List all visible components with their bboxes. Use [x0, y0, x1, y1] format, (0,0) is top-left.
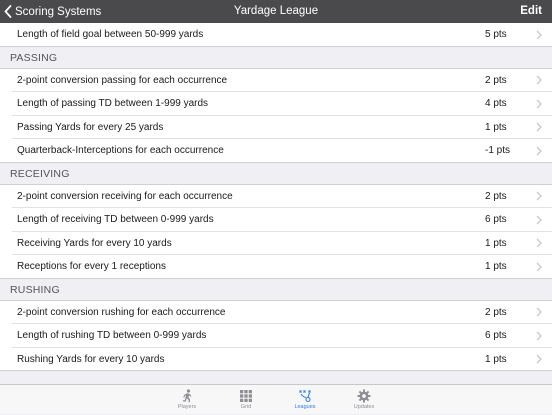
scoring-points: 5 pts	[485, 23, 507, 47]
scoring-rule-label: 2-point conversion passing for each occu…	[17, 69, 227, 93]
chevron-right-icon	[536, 185, 542, 209]
tab-updates[interactable]: Updates	[344, 385, 384, 415]
scoring-points: 2 pts	[485, 69, 507, 93]
section-header-passing: PASSING	[0, 47, 552, 69]
scoring-row[interactable]: Receiving Yards for every 10 yards 1 pts	[0, 232, 552, 256]
scoring-rule-label: Length of field goal between 50-999 yard…	[17, 23, 203, 47]
scoring-rule-label: Receptions for every 1 receptions	[17, 255, 166, 279]
chevron-right-icon	[536, 324, 542, 348]
tab-grid[interactable]: Grid	[226, 385, 266, 415]
chevron-right-icon	[536, 301, 542, 325]
navigation-bar: Scoring Systems Yardage League Edit	[0, 0, 552, 23]
scoring-rule-label: Passing Yards for every 25 yards	[17, 116, 163, 140]
scoring-rule-label: Quarterback-Interceptions for each occur…	[17, 139, 224, 163]
scoring-list[interactable]: Length of field goal between 50-999 yard…	[0, 23, 552, 384]
scoring-rule-label: 2-point conversion receiving for each oc…	[17, 185, 233, 209]
chevron-right-icon	[536, 139, 542, 163]
edit-button[interactable]: Edit	[520, 0, 542, 23]
chevron-right-icon	[536, 69, 542, 93]
scoring-row[interactable]: Receptions for every 1 receptions 1 pts	[0, 255, 552, 279]
chevron-right-icon	[536, 255, 542, 279]
scoring-rule-label: Length of receiving TD between 0-999 yar…	[17, 208, 214, 232]
grid-icon	[239, 389, 253, 403]
back-button[interactable]: Scoring Systems	[4, 0, 101, 23]
scoring-row[interactable]: Quarterback-Interceptions for each occur…	[0, 139, 552, 163]
scoring-points: 6 pts	[485, 324, 507, 348]
section-header-rushing: RUSHING	[0, 279, 552, 301]
scoring-points: 1 pts	[485, 116, 507, 140]
scoring-row[interactable]: Passing Yards for every 25 yards 1 pts	[0, 116, 552, 140]
tab-label: Updates	[354, 404, 375, 410]
scoring-rule-label: 2-point conversion rushing for each occu…	[17, 301, 225, 325]
scoring-rule-label: Receiving Yards for every 10 yards	[17, 232, 172, 256]
scoring-row[interactable]: Length of field goal between 50-999 yard…	[0, 23, 552, 47]
gear-icon	[357, 389, 371, 403]
section-header-receiving: RECEIVING	[0, 163, 552, 185]
scoring-rule-label: Length of passing TD between 1-999 yards	[17, 92, 208, 116]
chevron-right-icon	[536, 116, 542, 140]
tab-players[interactable]: Players	[167, 385, 207, 415]
runner-icon	[180, 389, 194, 403]
scoring-points: 1 pts	[485, 348, 507, 372]
tab-leagues[interactable]: Leagues	[285, 385, 325, 415]
tab-bar: Players Grid Leagues Updates	[0, 384, 552, 414]
scoring-points: -1 pts	[485, 139, 510, 163]
scoring-points: 1 pts	[485, 255, 507, 279]
scoring-rule-label: Rushing Yards for every 10 yards	[17, 348, 164, 372]
scoring-points: 6 pts	[485, 208, 507, 232]
scoring-points: 1 pts	[485, 232, 507, 256]
scoring-row[interactable]: 2-point conversion rushing for each occu…	[0, 301, 552, 325]
tab-label: Leagues	[294, 404, 315, 410]
chevron-right-icon	[536, 232, 542, 256]
playbook-icon	[298, 389, 312, 403]
chevron-right-icon	[536, 23, 542, 47]
scoring-row[interactable]: Rushing Yards for every 10 yards 1 pts	[0, 348, 552, 372]
chevron-right-icon	[536, 208, 542, 232]
chevron-right-icon	[536, 92, 542, 116]
back-button-label: Scoring Systems	[15, 6, 101, 18]
scoring-row[interactable]: 2-point conversion passing for each occu…	[0, 69, 552, 93]
scoring-points: 2 pts	[485, 301, 507, 325]
scoring-row[interactable]: Length of receiving TD between 0-999 yar…	[0, 208, 552, 232]
chevron-left-icon	[4, 5, 12, 18]
scoring-points: 4 pts	[485, 92, 507, 116]
scoring-row[interactable]: 2-point conversion receiving for each oc…	[0, 185, 552, 209]
scoring-points: 2 pts	[485, 185, 507, 209]
scoring-rule-label: Length of rushing TD between 0-999 yards	[17, 324, 206, 348]
tab-label: Grid	[241, 404, 251, 410]
scoring-row[interactable]: Length of passing TD between 1-999 yards…	[0, 92, 552, 116]
scoring-row[interactable]: Length of rushing TD between 0-999 yards…	[0, 324, 552, 348]
chevron-right-icon	[536, 348, 542, 372]
tab-label: Players	[178, 404, 196, 410]
